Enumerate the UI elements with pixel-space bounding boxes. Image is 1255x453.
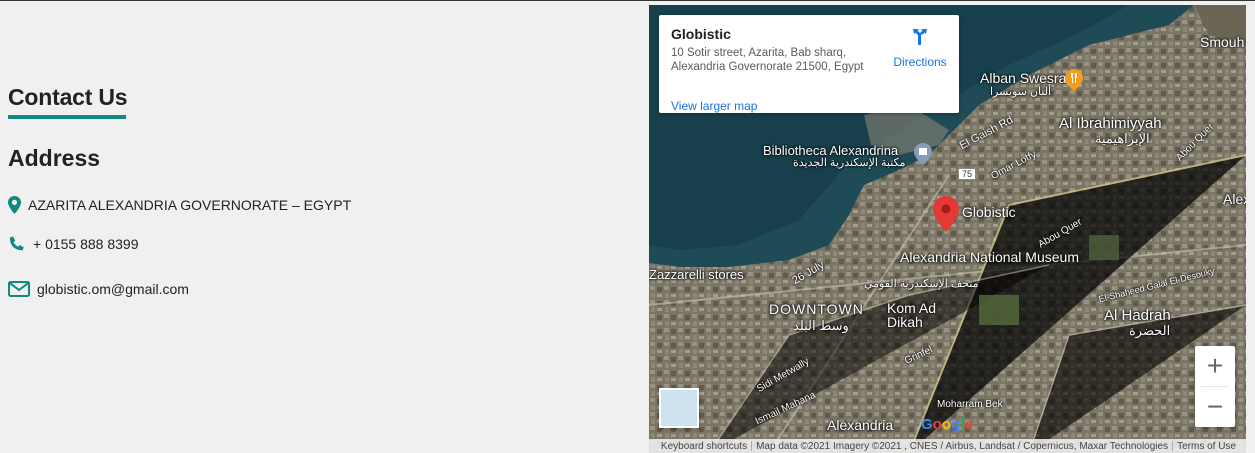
- place-name: Globistic: [671, 26, 731, 42]
- google-map[interactable]: Globistic 10 Sotir street, Azarita, Bab …: [649, 5, 1246, 453]
- address-heading: Address: [8, 145, 101, 171]
- map-pin-icon: [8, 196, 21, 214]
- directions-label: Directions: [893, 55, 947, 69]
- address-text: AZARITA ALEXANDRIA GOVERNORATE – EGYPT: [28, 197, 352, 213]
- phone-row[interactable]: + 0155 888 8399: [8, 236, 139, 252]
- label-al-hadrah: Al Hadrah: [1104, 307, 1171, 324]
- label-alban-swesra: Alban Swesra: [980, 70, 1067, 86]
- map-type-toggle[interactable]: [659, 388, 699, 428]
- zoom-controls: + −: [1195, 346, 1235, 427]
- terms-of-use-link[interactable]: Terms of Use: [1173, 441, 1240, 452]
- label-alban-swesra-ar: ألبان سويسرا: [990, 86, 1052, 98]
- map-attribution: Keyboard shortcuts Map data ©2021 Imager…: [649, 439, 1246, 453]
- view-larger-map-link[interactable]: View larger map: [671, 99, 757, 113]
- title-underline: [8, 115, 126, 119]
- label-alexandria-museum: Alexandria National Museum: [900, 249, 1079, 265]
- zoom-out-button[interactable]: −: [1195, 387, 1235, 427]
- place-address: 10 Sotir street, Azarita, Bab sharq, Ale…: [671, 47, 864, 73]
- label-smouha: Smouh: [1200, 34, 1245, 50]
- phone-icon: [8, 236, 26, 252]
- label-kom-ad-dikah: Kom Ad Dikah: [887, 300, 937, 330]
- directions-icon: [913, 29, 927, 45]
- label-bibliotheca-ar: مكتبة الإسكندرية الجديدة: [793, 157, 906, 169]
- envelope-icon: [8, 281, 30, 297]
- label-alex-right: Alex: [1223, 191, 1246, 207]
- route-75-badge: 75: [958, 168, 977, 180]
- marker-label: Globistic: [962, 204, 1016, 220]
- label-downtown: DOWNTOWN: [769, 301, 864, 317]
- phone-text[interactable]: + 0155 888 8399: [33, 236, 139, 252]
- address-row: AZARITA ALEXANDRIA GOVERNORATE – EGYPT: [8, 196, 351, 214]
- top-border: [0, 0, 1255, 1]
- directions-button[interactable]: Directions: [885, 27, 955, 69]
- label-ibrahimiyyah-ar: الإبراهيمية: [1095, 131, 1150, 146]
- keyboard-shortcuts-link[interactable]: Keyboard shortcuts: [657, 441, 751, 452]
- zoom-in-button[interactable]: +: [1195, 346, 1235, 386]
- contact-section: Contact Us Address AZARITA ALEXANDRIA GO…: [8, 84, 628, 297]
- label-al-hadrah-ar: الحضرة: [1129, 323, 1171, 338]
- label-ibrahimiyyah: Al Ibrahimiyyah: [1059, 115, 1162, 132]
- contact-title: Contact Us: [8, 84, 128, 110]
- label-alexandria: Alexandria: [827, 417, 894, 433]
- label-downtown-ar: وسط البلد: [793, 318, 849, 333]
- label-museum-ar: متحف الإسكندرية القومي: [864, 278, 979, 290]
- restaurant-icon: [1065, 69, 1083, 91]
- place-info-card: Globistic 10 Sotir street, Azarita, Bab …: [659, 15, 959, 113]
- email-text[interactable]: globistic.om@gmail.com: [37, 281, 189, 297]
- globistic-marker-icon: [933, 196, 959, 232]
- email-row[interactable]: globistic.om@gmail.com: [8, 281, 189, 297]
- label-moharram-bek: Moharram Bek: [937, 399, 1003, 410]
- label-zazzarelli: Zazzarelli stores: [649, 267, 744, 282]
- library-icon: [914, 143, 932, 165]
- google-logo: Google: [921, 416, 973, 433]
- map-data-text: Map data ©2021 Imagery ©2021 , CNES / Ai…: [756, 440, 1169, 452]
